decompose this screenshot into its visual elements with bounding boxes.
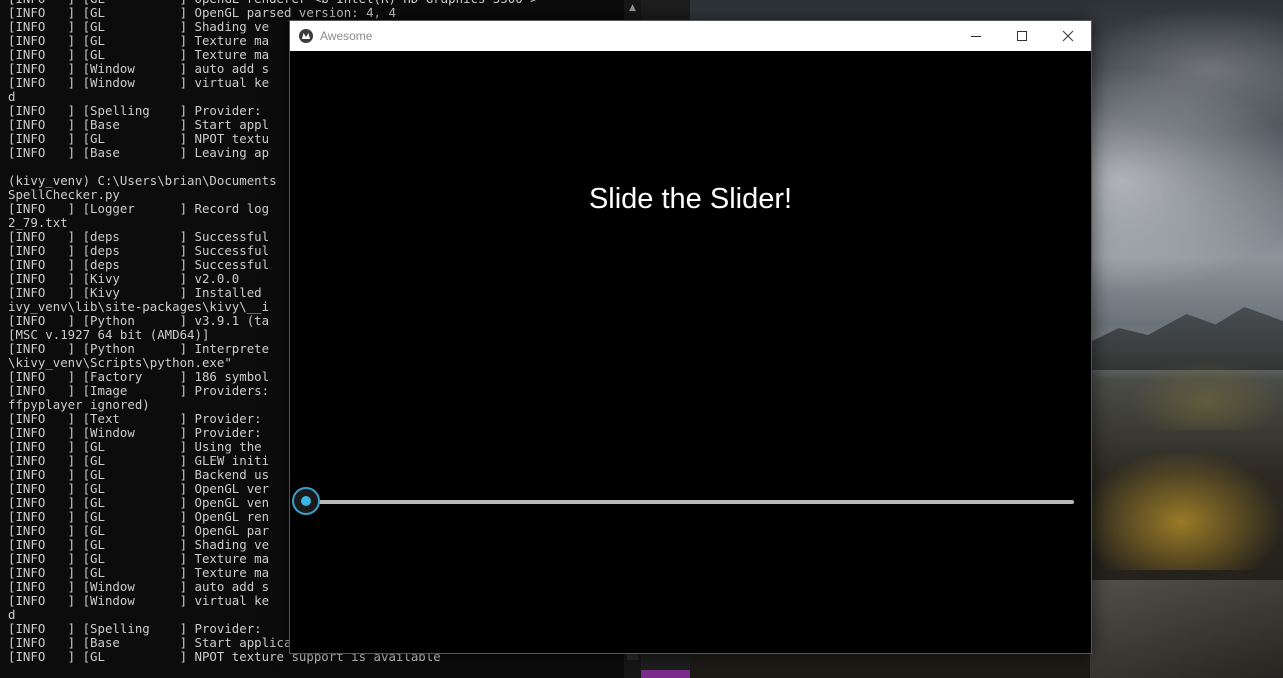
wallpaper-shrubs [1130,360,1283,430]
taskbar-sliver [641,670,690,678]
slider-heading: Slide the Slider! [588,183,793,215]
window-title: Awesome [320,29,373,43]
app-content: Slide the Slider! [290,51,1091,653]
slider-handle[interactable] [292,487,320,515]
close-icon [1062,30,1074,42]
maximize-button[interactable] [999,21,1045,51]
maximize-icon [1017,31,1027,41]
slider-track[interactable] [306,500,1074,504]
scroll-up-arrow-icon[interactable]: ▲ [624,0,641,17]
kivy-logo-icon [299,29,313,43]
app-window[interactable]: Awesome Slide the Slider! [289,20,1092,654]
minimize-icon [971,36,981,37]
title-bar[interactable]: Awesome [290,21,1091,51]
wallpaper-flowers [1080,450,1283,570]
wallpaper-road [1090,580,1283,678]
minimize-button[interactable] [953,21,999,51]
close-button[interactable] [1045,21,1091,51]
